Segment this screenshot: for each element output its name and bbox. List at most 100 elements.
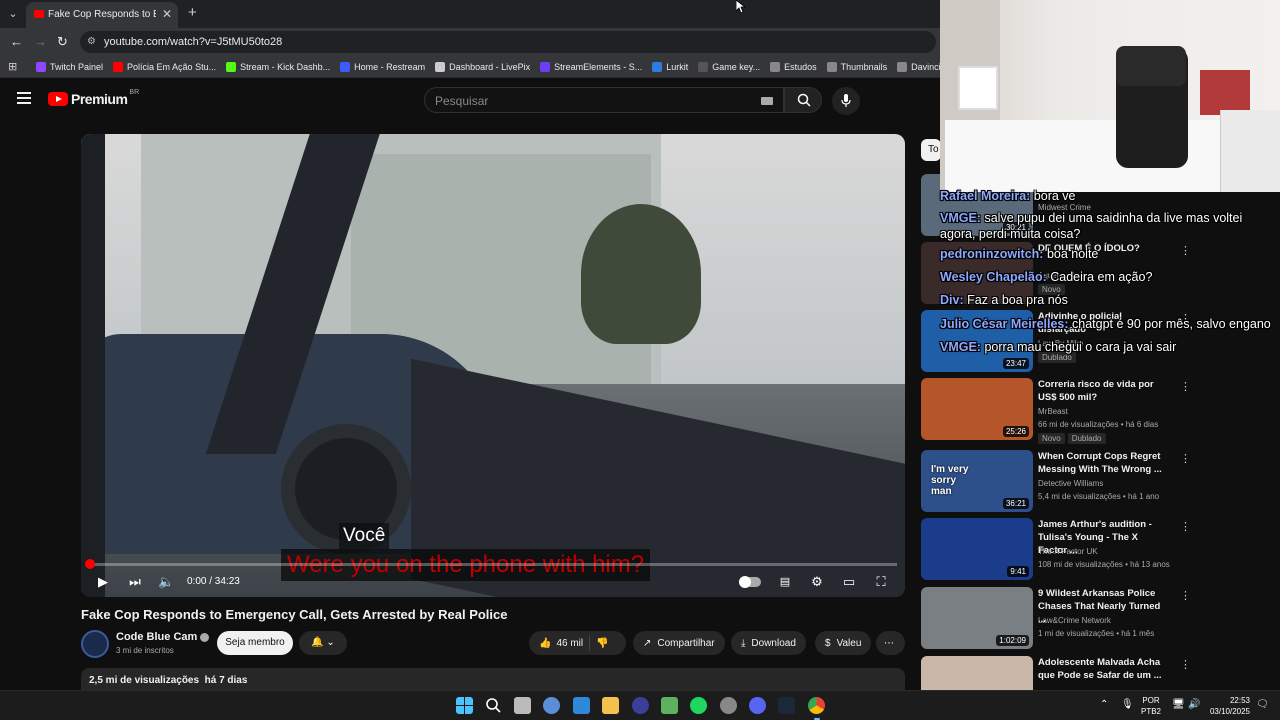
search-icon[interactable] (485, 697, 502, 714)
bookmark-label: Stream - Kick Dashb... (240, 62, 331, 72)
more-vertical-icon[interactable]: ⋮ (1180, 380, 1191, 393)
more-actions-button[interactable]: ⋯ (876, 631, 905, 655)
join-button[interactable]: Seja membro (217, 631, 293, 655)
hamburger-menu-icon[interactable] (17, 92, 31, 104)
bookmark-item[interactable]: Home - Restream (340, 62, 425, 72)
theater-mode-icon[interactable]: ▭ (841, 574, 857, 590)
video-thumbnail[interactable]: I'm very sorry man 36:21 (921, 450, 1033, 512)
youtube-logo[interactable]: Premium BR (48, 89, 139, 107)
subscriber-count: 3 mi de inscritos (116, 646, 174, 655)
back-arrow-icon[interactable]: ← (10, 34, 23, 49)
file-explorer-icon[interactable] (602, 697, 619, 714)
bookmark-item[interactable]: Twitch Painel (36, 62, 103, 72)
discord-icon[interactable] (749, 697, 766, 714)
recommendation-item[interactable]: 1:02:09 9 Wildest Arkansas Police Chases … (921, 587, 1261, 649)
recommendation-channel[interactable]: The X Factor UK (1038, 547, 1098, 556)
site-info-icon[interactable]: ⚙ (87, 36, 99, 48)
video-thumbnail[interactable]: 25:26 (921, 378, 1033, 440)
address-bar[interactable]: ⚙ youtube.com/watch?v=J5tMU50to28 (80, 31, 936, 53)
channel-name-row[interactable]: Code Blue Cam (116, 631, 210, 643)
more-vertical-icon[interactable]: ⋮ (1180, 589, 1191, 602)
notifications-bell-button[interactable]: 🔔 ⌄ (299, 631, 347, 655)
play-icon[interactable]: ▶ (95, 574, 111, 590)
windows-start-icon[interactable] (456, 697, 473, 714)
task-view-icon[interactable] (514, 697, 531, 714)
obs-studio-icon[interactable] (632, 697, 649, 714)
steam-icon[interactable] (778, 697, 795, 714)
next-icon[interactable]: ⏭ (127, 574, 143, 590)
tab-search-chevron-icon[interactable]: ⌄ (4, 5, 22, 23)
keyboard-icon[interactable] (761, 97, 773, 105)
video-player[interactable]: Você Were you on the phone with him? ▶ ⏭… (81, 134, 905, 597)
youtube-header: Premium BR Pesquisar (0, 78, 940, 122)
subtitles-icon[interactable]: ▤ (777, 574, 793, 590)
bookmark-item[interactable]: Davinci Resolve (897, 62, 940, 72)
recommendation-channel[interactable]: Law&Crime Network (1038, 616, 1111, 625)
channel-avatar[interactable] (81, 630, 109, 658)
download-button[interactable]: ⤓ Download (731, 631, 806, 655)
bookmarks-bar: ⊞ Twitch Painel Polícia Em Ação Stu... Str… (0, 56, 940, 78)
bookmark-item[interactable]: Dashboard - LivePix (435, 62, 530, 72)
recommendation-channel[interactable]: MrBeast (1038, 407, 1068, 416)
search-input[interactable]: Pesquisar (424, 87, 784, 113)
recommendation-channel[interactable]: Detective Williams (1038, 479, 1103, 488)
volume-tray-icon[interactable]: 🔊 (1188, 699, 1200, 710)
spotify-icon[interactable] (690, 697, 707, 714)
more-vertical-icon[interactable]: ⋮ (1180, 520, 1191, 533)
volume-icon[interactable]: 🔈 (158, 574, 174, 590)
channel-name[interactable]: Code Blue Cam (116, 631, 197, 643)
bookmark-favicon-icon (540, 62, 551, 72)
settings-app-icon[interactable] (543, 697, 560, 714)
bookmark-item[interactable]: Lurkit (652, 62, 688, 72)
new-tab-icon[interactable]: + (188, 4, 197, 21)
microphone-icon (841, 94, 851, 107)
share-button[interactable]: ↗ Compartilhar (633, 631, 725, 655)
search-button[interactable] (784, 87, 822, 113)
forward-arrow-icon[interactable]: → (34, 34, 47, 49)
video-thumbnail[interactable]: 1:02:09 (921, 587, 1033, 649)
chat-text: bora ve (1033, 189, 1076, 203)
recommendation-title[interactable]: When Corrupt Cops Regret Messing With Th… (1038, 450, 1166, 476)
recommendation-title[interactable]: Adolescente Malvada Acha que Pode se Saf… (1038, 656, 1166, 682)
network-icon[interactable]: 🖥 (1172, 699, 1185, 710)
app-icon[interactable] (661, 697, 678, 714)
fullscreen-icon[interactable]: ⛶ (873, 574, 889, 590)
app-icon-2[interactable] (720, 697, 737, 714)
microphone-tray-icon[interactable]: 🎙 (1121, 699, 1134, 710)
language-indicator[interactable]: POR PTB2 (1141, 695, 1161, 717)
settings-gear-icon[interactable]: ⚙ (809, 574, 825, 590)
notifications-icon[interactable]: 🗨 (1256, 699, 1269, 710)
browser-tab-active[interactable]: Fake Cop Responds to Emergency Call ✕ (26, 2, 178, 28)
bookmark-item[interactable]: Thumbnails (826, 62, 887, 72)
autoplay-toggle[interactable] (739, 576, 761, 588)
recommendation-item[interactable]: 9:41 James Arthur's audition - Tulisa's Y… (921, 518, 1261, 580)
voice-search-button[interactable] (832, 87, 860, 115)
bookmark-item[interactable]: Game key... (698, 62, 760, 72)
video-thumbnail[interactable]: 9:41 (921, 518, 1033, 580)
chevron-down-icon: ⌄ (326, 637, 335, 648)
search-icon (797, 93, 811, 107)
recommendation-title[interactable]: Correria risco de vida por US$ 500 mil? (1038, 378, 1166, 404)
tab-close-icon[interactable]: ✕ (162, 7, 172, 21)
share-label: Compartilhar (657, 637, 715, 649)
filter-chip[interactable]: To (921, 139, 941, 161)
recommendation-item[interactable]: 25:26 Correria risco de vida por US$ 500 … (921, 378, 1261, 444)
more-vertical-icon[interactable]: ⋮ (1180, 452, 1191, 465)
recommendation-item[interactable]: I'm very sorry man 36:21 When Corrupt Cops… (921, 450, 1261, 512)
bookmark-item[interactable]: Stream - Kick Dashb... (226, 62, 330, 72)
bookmark-item[interactable]: StreamElements - S... (540, 62, 642, 72)
tray-chevron-up-icon[interactable]: ⌃ (1100, 699, 1108, 710)
bookmark-item[interactable]: Polícia Em Ação Stu... (113, 62, 216, 72)
photos-app-icon[interactable] (573, 697, 590, 714)
thumbs-down-icon[interactable]: 👎 (596, 638, 608, 649)
progress-bar[interactable] (85, 559, 897, 569)
more-vertical-icon[interactable]: ⋮ (1180, 658, 1191, 671)
chrome-icon[interactable] (808, 697, 825, 714)
clock[interactable]: 22:53 03/10/2025 (1204, 695, 1250, 717)
reload-icon[interactable]: ↻ (57, 34, 68, 50)
bookmark-item[interactable]: Estudos (770, 62, 817, 72)
like-button[interactable]: 👍 46 mil (539, 638, 583, 649)
apps-grid-icon[interactable]: ⊞ (8, 60, 17, 73)
thanks-button[interactable]: $ Valeu (815, 631, 872, 655)
more-horizontal-icon: ⋯ (884, 637, 894, 649)
